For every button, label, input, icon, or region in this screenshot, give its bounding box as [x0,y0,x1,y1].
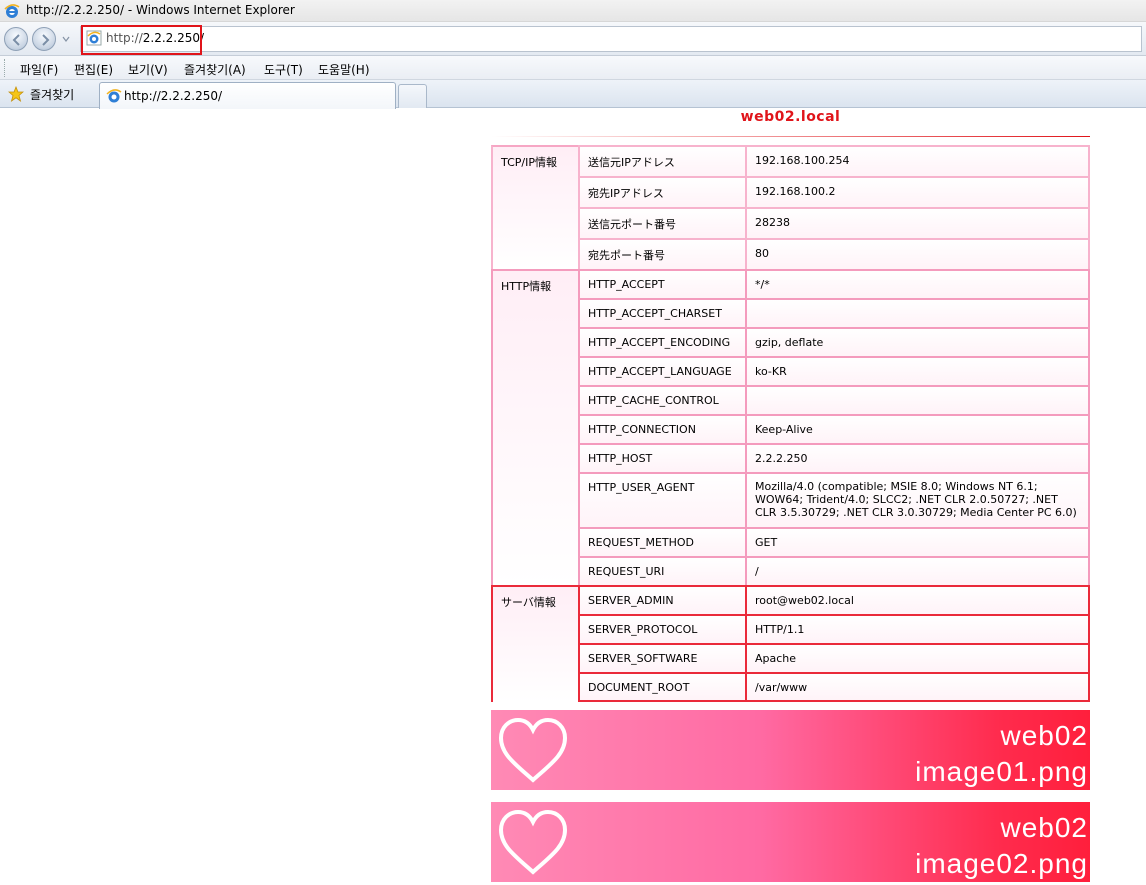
row-value: root@web02.local [745,585,1090,614]
row-value: / [745,556,1090,585]
forward-icon [42,34,50,46]
section-label-http: HTTP情報 [491,269,578,585]
row-key: 宛先ポート番号 [578,238,745,269]
favorites-button[interactable]: 즐겨찾기 [30,86,74,103]
table-row: HTTP_USER_AGENT Mozilla/4.0 (compatible;… [491,472,1090,527]
new-tab-button[interactable] [398,84,427,108]
server-section: サーバ情報 SERVER_ADMIN root@web02.local SERV… [491,585,1090,702]
address-field[interactable] [80,26,1142,52]
row-value: HTTP/1.1 [745,614,1090,643]
row-value: */* [745,269,1090,298]
tab-bar: 즐겨찾기 http://2.2.2.250/ [0,80,1146,109]
menu-bar: 파일(F) 편집(E) 보기(V) 즐겨찾기(A) 도구(T) 도움말(H) [0,56,1146,80]
banner-line1: web02 [1000,812,1088,843]
forward-button[interactable] [32,27,56,51]
row-value [745,298,1090,327]
table-row: REQUEST_METHOD GET [491,527,1090,556]
toolbar-grip [4,59,7,77]
heart-icon [498,809,568,875]
table-row: サーバ情報 SERVER_ADMIN root@web02.local [491,585,1090,702]
banner-image-1: web02 image01.png [491,710,1090,790]
row-key: HTTP_ACCEPT_LANGUAGE [578,356,745,385]
tab-current[interactable]: http://2.2.2.250/ [99,82,396,109]
row-value: 192.168.100.254 [745,145,1090,176]
window-titlebar: http://2.2.2.250/ - Windows Internet Exp… [0,0,1146,22]
recent-pages-dropdown-icon[interactable] [61,34,71,44]
row-key: HTTP_ACCEPT_CHARSET [578,298,745,327]
row-value: 28238 [745,207,1090,238]
ie-icon [106,89,122,103]
banner-line2: image02.png [915,848,1088,879]
server-info-table: TCP/IP情報 送信元IPアドレス 192.168.100.254 宛先IPア… [491,145,1090,702]
navigation-bar: http://2.2.2.250/ [0,22,1146,56]
table-row: 送信元ポート番号 28238 [491,207,1090,238]
row-value: 80 [745,238,1090,269]
row-key: 送信元IPアドレス [578,145,745,176]
table-row: SERVER_SOFTWARE Apache [491,643,1090,672]
banner-line2: image01.png [915,756,1088,787]
row-key: SERVER_ADMIN [578,585,745,614]
menu-favorites[interactable]: 즐겨찾기(A) [184,61,246,78]
row-key: HTTP_USER_AGENT [578,472,745,527]
title-divider [491,136,1090,137]
page-title: web02.local [740,109,841,125]
table-row: HTTP_HOST 2.2.2.250 [491,443,1090,472]
table-row: 宛先IPアドレス 192.168.100.2 [491,176,1090,207]
row-key: REQUEST_METHOD [578,527,745,556]
table-row: HTTP_ACCEPT_LANGUAGE ko-KR [491,356,1090,385]
heart-icon [498,717,568,783]
row-value: Mozilla/4.0 (compatible; MSIE 8.0; Windo… [745,472,1090,527]
menu-file[interactable]: 파일(F) [20,61,58,78]
menu-tools[interactable]: 도구(T) [264,61,303,78]
http-section: HTTP情報 HTTP_ACCEPT */* HTTP_ACCEPT_CHARS… [491,269,1090,585]
table-row: HTTP_CACHE_CONTROL [491,385,1090,414]
banner-image-2: web02 image02.png [491,802,1090,882]
row-value: gzip, deflate [745,327,1090,356]
row-key: SERVER_PROTOCOL [578,614,745,643]
table-row: 宛先ポート番号 80 [491,238,1090,269]
table-row: SERVER_PROTOCOL HTTP/1.1 [491,614,1090,643]
table-row: HTTP情報 HTTP_ACCEPT */* [491,269,1090,585]
row-key: HTTP_HOST [578,443,745,472]
address-highlight-box [81,25,202,55]
section-label-server: サーバ情報 [491,585,578,702]
row-key: SERVER_SOFTWARE [578,643,745,672]
menu-help[interactable]: 도움말(H) [318,61,370,78]
row-key: 宛先IPアドレス [578,176,745,207]
ie-icon [4,4,20,18]
row-key: HTTP_ACCEPT_ENCODING [578,327,745,356]
row-value: 192.168.100.2 [745,176,1090,207]
row-value: 2.2.2.250 [745,443,1090,472]
table-row: DOCUMENT_ROOT /var/www [491,672,1090,702]
row-value: Keep-Alive [745,414,1090,443]
back-button[interactable] [4,27,28,51]
table-row: REQUEST_URI / [491,556,1090,585]
back-icon [12,34,20,46]
row-key: HTTP_ACCEPT [578,269,745,298]
section-label-tcp: TCP/IP情報 [491,145,578,269]
row-key: HTTP_CACHE_CONTROL [578,385,745,414]
menu-view[interactable]: 보기(V) [128,61,168,78]
table-row: HTTP_ACCEPT_CHARSET [491,298,1090,327]
table-row: HTTP_CONNECTION Keep-Alive [491,414,1090,443]
menu-edit[interactable]: 편집(E) [74,61,113,78]
row-key: HTTP_CONNECTION [578,414,745,443]
row-value: GET [745,527,1090,556]
star-icon[interactable] [8,86,24,102]
table-row: HTTP_ACCEPT_ENCODING gzip, deflate [491,327,1090,356]
row-key: 送信元ポート番号 [578,207,745,238]
row-key: REQUEST_URI [578,556,745,585]
tcp-section: TCP/IP情報 送信元IPアドレス 192.168.100.254 宛先IPア… [491,145,1090,269]
tab-label: http://2.2.2.250/ [124,89,223,103]
row-value: Apache [745,643,1090,672]
row-value: ko-KR [745,356,1090,385]
window-title: http://2.2.2.250/ - Windows Internet Exp… [26,3,295,17]
row-value [745,385,1090,414]
banner-line1: web02 [1000,720,1088,751]
page-content: web02.local TCP/IP情報 送信元IPアドレス 192.168.1… [0,109,1146,885]
row-key: DOCUMENT_ROOT [578,672,745,702]
row-value: /var/www [745,672,1090,702]
table-row: TCP/IP情報 送信元IPアドレス 192.168.100.254 [491,145,1090,269]
